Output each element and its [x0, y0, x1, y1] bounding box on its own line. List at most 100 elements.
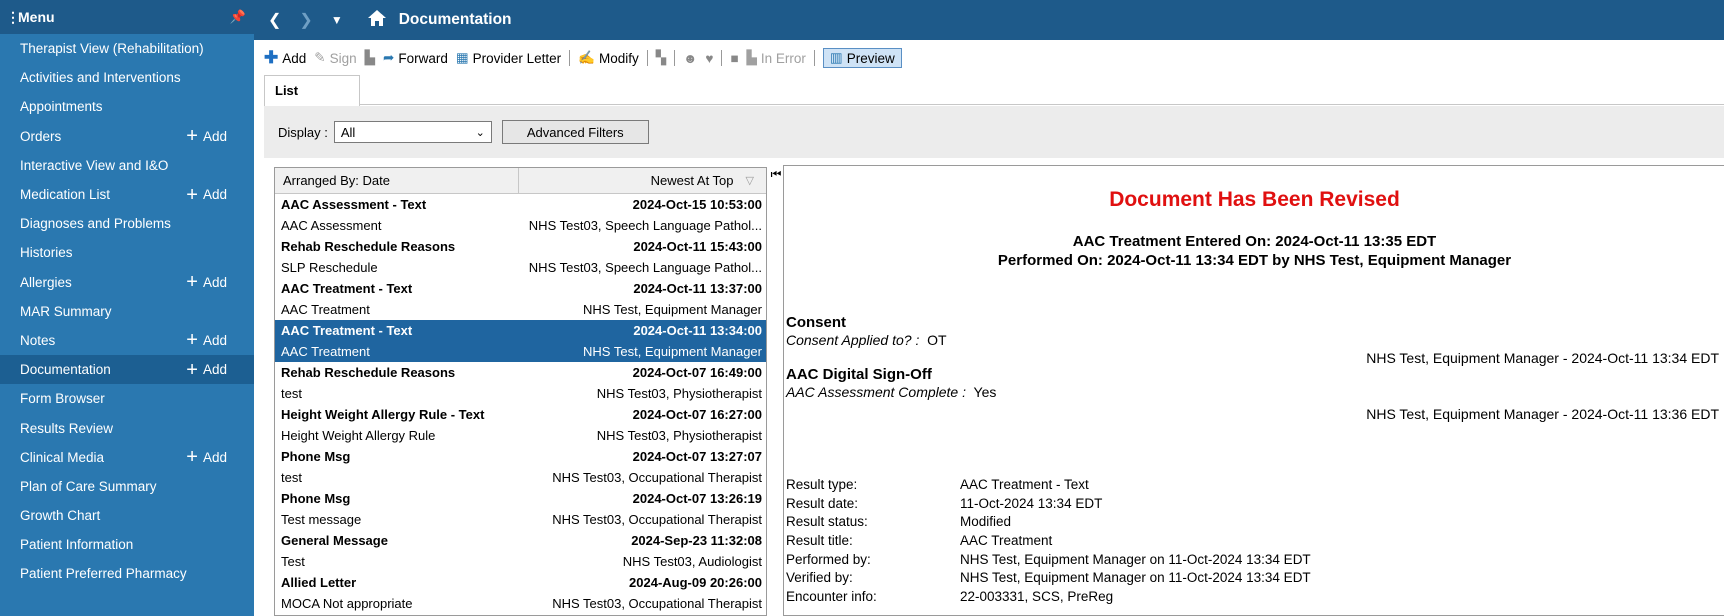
list-item[interactable]: AAC Assessment NHS Test03, Speech Languag…	[275, 215, 766, 236]
sidebar-add-button[interactable]: + Add	[186, 126, 227, 146]
document-date: 2024-Oct-07 13:27:07	[632, 449, 762, 464]
document-subtitle: AAC Treatment	[281, 344, 370, 359]
sidebar-add-button[interactable]: + Add	[186, 183, 227, 206]
drag-handle-icon[interactable]: ⋮	[6, 9, 20, 26]
advanced-filters-button[interactable]: Advanced Filters	[501, 120, 649, 144]
in-error-button[interactable]: ▙ In Error	[747, 50, 806, 66]
sidebar-item-label: Therapist View (Rehabilitation)	[20, 41, 204, 57]
list-item[interactable]: General Message 2024-Sep-23 11:32:08	[275, 530, 766, 551]
list-item[interactable]: Rehab Reschedule Reasons 2024-Oct-07 16:4…	[275, 362, 766, 383]
list-item[interactable]: Test message NHS Test03, Occupational The…	[275, 509, 766, 530]
list-item[interactable]: Test NHS Test03, Audiologist	[275, 551, 766, 572]
document-subtitle: MOCA Not appropriate	[281, 596, 413, 611]
back-icon[interactable]: ❮	[268, 10, 281, 30]
list-item[interactable]: Rehab Reschedule Reasons 2024-Oct-11 15:4…	[275, 236, 766, 257]
list-item[interactable]: Phone Msg 2024-Oct-07 13:26:19	[275, 488, 766, 509]
plus-icon: +	[186, 329, 198, 352]
sidebar-item-patient-preferred-pharmacy[interactable]: Patient Preferred Pharmacy	[0, 559, 254, 588]
provider-letter-button[interactable]: ▦ Provider Letter	[456, 50, 561, 66]
sidebar-add-button[interactable]: + Add	[186, 447, 227, 467]
detail-key: Result status:	[786, 514, 868, 530]
list-item[interactable]: AAC Treatment NHS Test, Equipment Manager	[275, 341, 766, 362]
list-item[interactable]: AAC Treatment NHS Test, Equipment Manager	[275, 299, 766, 320]
person-button[interactable]: ☻	[683, 51, 697, 66]
sign-label: Sign	[329, 50, 357, 66]
sidebar-add-button[interactable]: + Add	[186, 272, 227, 292]
list-item[interactable]: Height Weight Allergy Rule NHS Test03, Ph…	[275, 425, 766, 446]
plus-icon: +	[186, 183, 198, 206]
modify-label: Modify	[598, 50, 639, 66]
sidebar-item-mar-summary[interactable]: MAR Summary	[0, 297, 254, 326]
list-item[interactable]: MOCA Not appropriate NHS Test03, Occupati…	[275, 593, 766, 614]
block-button[interactable]: ■	[730, 51, 738, 66]
arranged-by-column[interactable]: Arranged By: Date	[275, 168, 519, 193]
sidebar-item-documentation[interactable]: Documentation + Add	[0, 355, 254, 385]
history-dropdown-icon[interactable]: ▼	[331, 13, 343, 27]
list-item[interactable]: Allied Letter 2024-Aug-09 20:26:00	[275, 572, 766, 593]
detail-row: Result status: Modified	[786, 514, 1311, 533]
sort-order-column[interactable]: Newest At Top ▽	[519, 173, 766, 188]
list-item[interactable]: Height Weight Allergy Rule - Text 2024-Oc…	[275, 404, 766, 425]
sidebar-item-plan-of-care-summary[interactable]: Plan of Care Summary	[0, 472, 254, 501]
detail-key: Result title:	[786, 533, 853, 549]
document-date: 2024-Oct-11 15:43:00	[633, 239, 762, 254]
list-item[interactable]: Phone Msg 2024-Oct-07 13:27:07	[275, 446, 766, 467]
sidebar-item-diagnoses-and-problems[interactable]: Diagnoses and Problems	[0, 209, 254, 238]
collapse-pane-icon[interactable]: ⏮	[769, 167, 783, 187]
modify-button[interactable]: ✍ Modify	[578, 50, 639, 66]
forward-icon[interactable]: ❯	[299, 10, 312, 30]
sidebar-item-interactive-view-and-i-o[interactable]: Interactive View and I&O	[0, 151, 254, 180]
pin-icon[interactable]: 📌	[230, 9, 246, 25]
performed-on-text: Performed On: 2024-Oct-11 13:34 EDT by N…	[997, 252, 1512, 269]
heart-button[interactable]: ♥	[705, 51, 713, 66]
sidebar-item-clinical-media[interactable]: Clinical Media + Add	[0, 443, 254, 472]
provider-letter-label: Provider Letter	[472, 50, 562, 66]
list-rows: AAC Assessment - Text 2024-Oct-15 10:53:0…	[275, 194, 766, 614]
display-select[interactable]: All ⌄	[333, 121, 492, 143]
list-item[interactable]: SLP Reschedule NHS Test03, Speech Languag…	[275, 257, 766, 278]
entered-on-text: AAC Treatment Entered On: 2024-Oct-11 13…	[1072, 233, 1437, 250]
sidebar-item-therapist-view-rehabilitation[interactable]: Therapist View (Rehabilitation)	[0, 34, 254, 63]
tab-list[interactable]: List	[264, 75, 360, 106]
list-item[interactable]: test NHS Test03, Occupational Therapist	[275, 467, 766, 488]
sidebar-item-medication-list[interactable]: Medication List + Add	[0, 180, 254, 209]
sidebar-item-results-review[interactable]: Results Review	[0, 413, 254, 442]
list-item[interactable]: AAC Assessment - Text 2024-Oct-15 10:53:0…	[275, 194, 766, 215]
document-author: NHS Test, Equipment Manager	[583, 344, 762, 359]
filter-icon[interactable]: ▽	[746, 174, 754, 187]
copy-button[interactable]: ▚	[656, 50, 666, 66]
top-navigation-bar: ❮ ❯ ▼ Documentation	[254, 0, 1724, 40]
list-item[interactable]: AAC Treatment - Text 2024-Oct-11 13:34:00	[275, 320, 766, 341]
document-author: NHS Test03, Occupational Therapist	[552, 596, 762, 611]
detail-key: Result type:	[786, 477, 858, 492]
toolbar-separator	[674, 50, 676, 66]
preview-button[interactable]: ▥ Preview	[822, 48, 902, 68]
document-date: 2024-Oct-07 16:49:00	[632, 365, 762, 380]
list-item[interactable]: AAC Treatment - Text 2024-Oct-11 13:37:00	[275, 278, 766, 299]
home-icon[interactable]	[367, 9, 387, 32]
sidebar-item-histories[interactable]: Histories	[0, 238, 254, 267]
sidebar-item-form-browser[interactable]: Form Browser	[0, 384, 254, 413]
sidebar-item-activities-and-interventions[interactable]: Activities and Interventions	[0, 63, 254, 92]
error-doc-icon: ▙	[746, 50, 757, 65]
sign-button[interactable]: ✎ Sign	[314, 50, 356, 66]
sidebar-add-button[interactable]: + Add	[186, 360, 227, 380]
sidebar-add-button[interactable]: + Add	[186, 329, 227, 352]
sidebar-item-appointments[interactable]: Appointments	[0, 92, 254, 121]
sidebar-add-label: Add	[202, 332, 227, 348]
document-title: Phone Msg	[281, 449, 351, 464]
forward-button[interactable]: ➦ Forward	[383, 50, 448, 66]
preview-pane-icon: ▥	[829, 50, 843, 65]
list-item[interactable]: test NHS Test03, Physiotherapist	[275, 383, 766, 404]
add-button[interactable]: ✚ Add	[264, 48, 306, 68]
sidebar-item-orders[interactable]: Orders + Add	[0, 122, 254, 151]
sidebar-item-notes[interactable]: Notes + Add	[0, 326, 254, 355]
sidebar-item-label: Results Review	[20, 420, 114, 436]
sidebar-item-patient-information[interactable]: Patient Information	[0, 530, 254, 559]
document-title: AAC Treatment - Text	[281, 323, 413, 338]
document-subtitle: test	[281, 386, 302, 401]
sidebar-item-growth-chart[interactable]: Growth Chart	[0, 501, 254, 530]
document-title: Height Weight Allergy Rule - Text	[281, 407, 485, 422]
sidebar-item-allergies[interactable]: Allergies + Add	[0, 268, 254, 297]
stamp-button[interactable]: ▙	[365, 50, 375, 66]
